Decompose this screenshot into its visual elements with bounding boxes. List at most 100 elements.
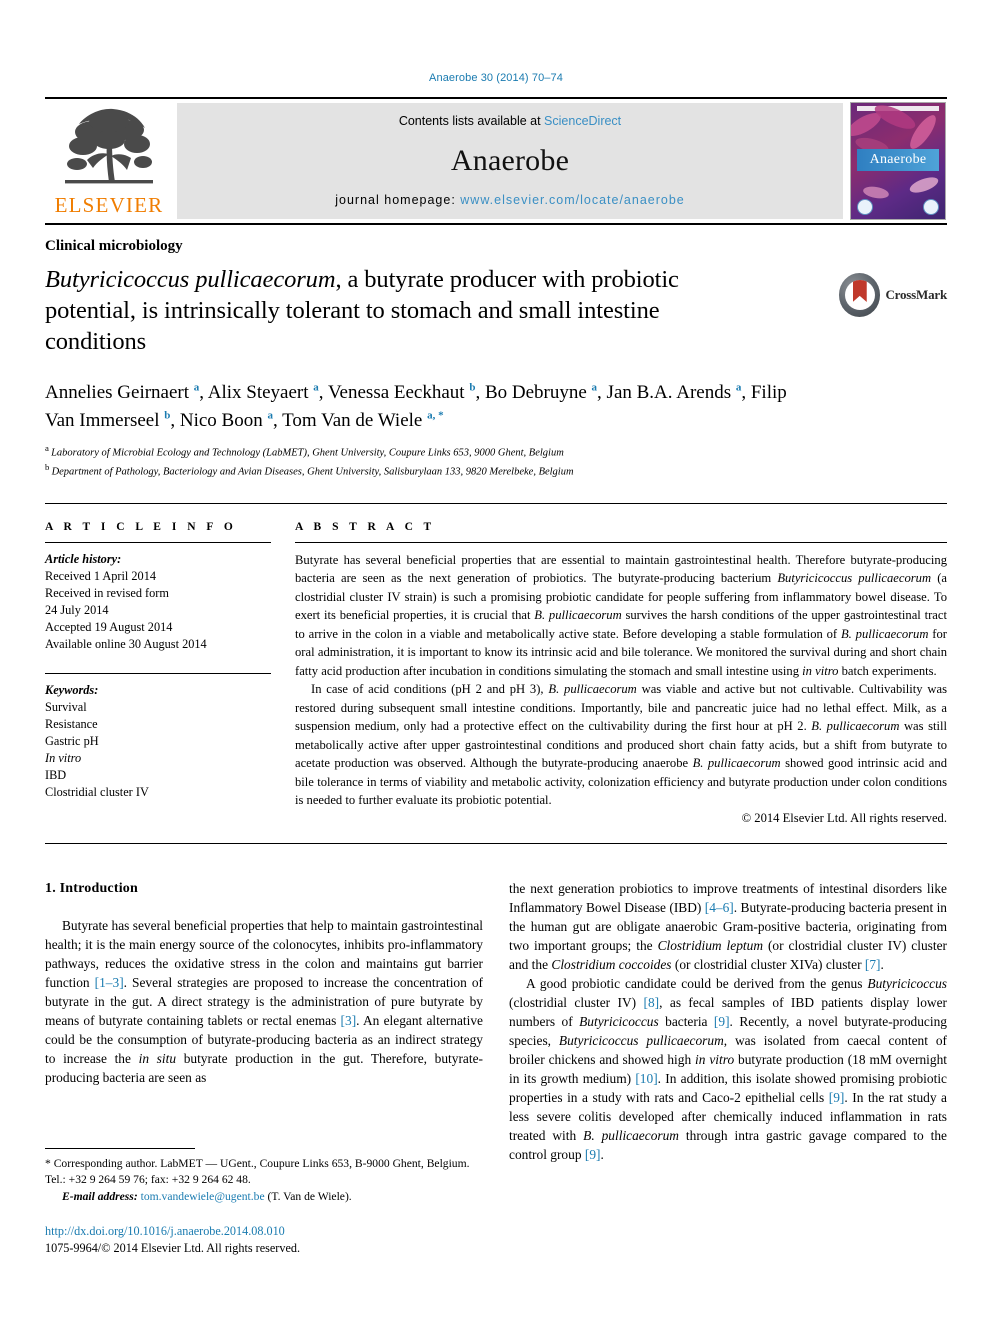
keywords-items: Survival Resistance Gastric pH In vitro IBD C… <box>45 699 271 801</box>
keyword-item: Clostridial cluster IV <box>45 784 149 799</box>
contents-available-line: Contents lists available at ScienceDirec… <box>399 114 621 128</box>
paper-page: Anaerobe 30 (2014) 70–74 ELSEVIER Conten… <box>0 0 992 1323</box>
italic-term: Butyricicoccus pullicaecorum <box>558 1033 724 1049</box>
text-run: batch experiments. <box>838 663 937 678</box>
article-history-item: Accepted 19 August 2014 <box>45 619 173 634</box>
crossmark-ribbon-icon <box>852 280 867 302</box>
contents-prefix: Contents lists available at <box>398 114 545 128</box>
citation-reference[interactable]: [9] <box>714 1014 730 1029</box>
italic-term: in vitro <box>695 1052 735 1068</box>
citation-reference[interactable]: [3] <box>341 1013 357 1028</box>
citation-reference[interactable]: [4–6] <box>705 900 734 915</box>
italic-term: B. pullicaecorum <box>811 719 900 734</box>
doi-block: http://dx.doi.org/10.1016/j.anaerobe.201… <box>45 1223 485 1258</box>
italic-term: Clostridium coccoides <box>551 957 672 973</box>
keyword-item: IBD <box>45 767 67 782</box>
homepage-prefix: journal homepage: <box>335 193 461 207</box>
citation-reference[interactable]: [7] <box>865 957 881 972</box>
author-separator: , <box>597 382 607 403</box>
article-info-divider <box>45 541 271 543</box>
italic-term: B. pullicaecorum <box>583 1128 679 1144</box>
article-history-label: Article history: <box>45 551 122 566</box>
elsevier-logo: ELSEVIER <box>45 99 173 223</box>
journal-homepage-line: journal homepage: www.elsevier.com/locat… <box>335 193 685 207</box>
italic-term: Butyricicoccus pullicaecorum <box>777 571 932 586</box>
intro-paragraph-right-2: A good probiotic candidate could be deri… <box>509 974 947 1164</box>
italic-term: B. pullicaecorum <box>548 682 637 697</box>
journal-homepage-link[interactable]: www.elsevier.com/locate/anaerobe <box>460 193 684 207</box>
affiliation-item: b Department of Pathology, Bacteriology … <box>45 461 947 480</box>
italic-term: Butyricicoccus <box>579 1014 659 1030</box>
article-info-abstract-panel: A R T I C L E I N F O Article history: R… <box>45 502 947 844</box>
text-run: . <box>600 1147 604 1163</box>
text-run: (or clostridial cluster XIVa) cluster <box>671 957 865 973</box>
elsevier-tree-icon <box>57 102 161 194</box>
article-history-item: Received in revised form <box>45 585 169 600</box>
author-separator: , <box>318 382 328 403</box>
citation-reference[interactable]: [9] <box>585 1147 601 1162</box>
author-affiliation-marker: a, * <box>427 409 444 422</box>
keyword-item: Survival <box>45 699 87 714</box>
journal-masthead: ELSEVIER Contents lists available at Sci… <box>45 97 947 225</box>
article-info-heading: A R T I C L E I N F O <box>45 520 237 533</box>
society-logo-right-icon <box>923 199 939 215</box>
citation-reference[interactable]: [1–3] <box>95 975 124 990</box>
issn-copyright-line: 1075-9964/© 2014 Elsevier Ltd. All right… <box>45 1241 300 1256</box>
affiliation-list: a Laboratory of Microbial Ecology and Te… <box>45 442 947 479</box>
keywords-label: Keywords: <box>45 682 99 697</box>
running-head: Anaerobe 30 (2014) 70–74 <box>429 72 563 84</box>
italic-term: Butyricicoccus <box>867 976 947 992</box>
author-name: Jan B.A. Arends <box>606 382 736 403</box>
title-block: Butyricicoccus pullicaecorum, a butyrate… <box>45 265 947 365</box>
elsevier-wordmark: ELSEVIER <box>54 193 164 217</box>
text-run: A good probiotic candidate could be deri… <box>526 976 868 992</box>
subject-section-label: Clinical microbiology <box>45 238 183 254</box>
email-owner: (T. Van de Wiele). <box>267 1190 352 1204</box>
crossmark-icon <box>839 273 881 317</box>
author-separator: , <box>272 409 283 431</box>
body-columns: 1. Introduction Butyrate has several ben… <box>45 879 947 1164</box>
body-column-left: 1. Introduction Butyrate has several ben… <box>45 879 483 1164</box>
journal-band: Contents lists available at ScienceDirec… <box>177 103 843 219</box>
keyword-item: Gastric pH <box>45 733 99 748</box>
keyword-item: In vitro <box>45 750 82 765</box>
abstract-column: A B S T R A C T Butyrate has several ben… <box>295 521 947 826</box>
society-logo-left-icon <box>857 199 873 215</box>
cover-image: Anaerobe <box>850 102 946 220</box>
article-history-items: Received 1 April 2014 Received in revised… <box>45 568 271 653</box>
email-line: E-mail address: tom.vandewiele@ugent.be … <box>45 1189 485 1205</box>
crossmark-inner-circle <box>844 280 875 310</box>
text-run: In case of acid conditions (pH 2 and pH … <box>311 682 549 697</box>
cover-bacterium-shape <box>862 184 890 201</box>
citation-reference[interactable]: [9] <box>829 1090 845 1105</box>
doi-link[interactable]: http://dx.doi.org/10.1016/j.anaerobe.201… <box>45 1224 285 1238</box>
italic-term: in situ <box>138 1051 177 1066</box>
text-run: . <box>880 957 884 973</box>
keyword-item: Resistance <box>45 716 98 731</box>
italic-term: Clostridium leptum <box>657 938 763 953</box>
journal-title: Anaerobe <box>450 143 570 177</box>
author-name: Annelies Geirnaert <box>45 382 194 403</box>
email-link[interactable]: tom.vandewiele@ugent.be <box>141 1190 265 1203</box>
citation-reference[interactable]: [10] <box>635 1071 657 1086</box>
crossmark-badge[interactable]: CrossMark <box>839 273 947 317</box>
text-run: bacteria <box>658 1014 714 1030</box>
article-history-item: Received 1 April 2014 <box>45 568 156 583</box>
keywords-block: Keywords: Survival Resistance Gastric pH In… <box>45 672 271 801</box>
sciencedirect-link[interactable]: ScienceDirect <box>544 114 621 128</box>
article-info-column: A R T I C L E I N F O Article history: R… <box>45 521 295 826</box>
abstract-paragraph-1: Butyrate has several beneficial properti… <box>295 551 947 681</box>
abstract-copyright: © 2014 Elsevier Ltd. All rights reserved… <box>741 810 947 825</box>
intro-paragraph-right-1: the next generation probiotics to improv… <box>509 879 947 974</box>
keywords-divider <box>45 672 271 674</box>
crossmark-label: CrossMark <box>885 287 947 302</box>
abstract-body: Butyrate has several beneficial properti… <box>295 551 947 810</box>
cover-bacterium-shape <box>907 174 941 196</box>
article-history-item: Available online 30 August 2014 <box>45 636 207 651</box>
citation-reference[interactable]: [8] <box>644 995 660 1010</box>
footnote-area: * Corresponding author. LabMET — UGent.,… <box>45 1148 485 1258</box>
introduction-heading: 1. Introduction <box>45 880 138 896</box>
title-italic-species: Butyricicoccus pullicaecorum <box>45 266 336 293</box>
abstract-divider <box>295 541 947 543</box>
author-separator: , <box>170 409 180 431</box>
